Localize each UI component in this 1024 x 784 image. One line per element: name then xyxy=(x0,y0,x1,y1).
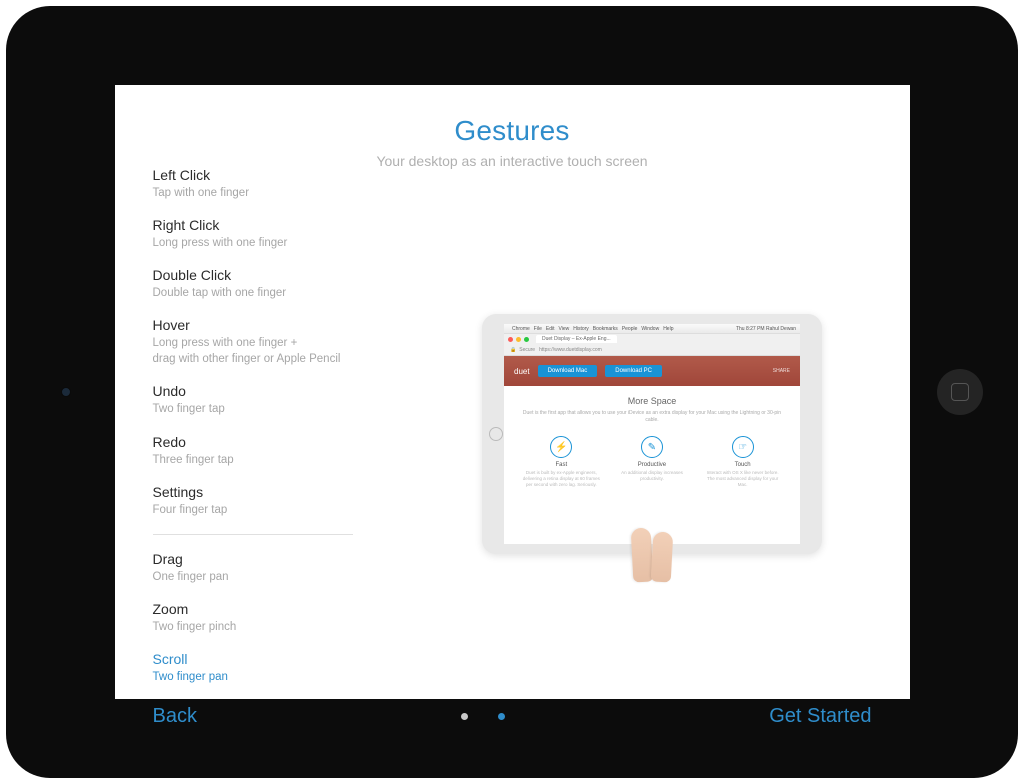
gesture-name: Zoom xyxy=(153,601,413,617)
gesture-list: Left Click Tap with one finger Right Click… xyxy=(153,167,413,701)
menubar-status: Thu 8:27 PM Rahul Dewan xyxy=(736,326,796,332)
gesture-item[interactable]: Double Click Double tap with one finger xyxy=(153,267,413,301)
gesture-desc: Long press with one finger xyxy=(153,235,413,251)
gesture-desc: Two finger pan xyxy=(153,669,413,685)
traffic-light-max-icon xyxy=(524,337,529,342)
features-row: ⚡ Fast Duet is built by ex-Apple engineers… xyxy=(504,430,800,496)
feature-label: Productive xyxy=(612,462,692,468)
gesture-desc: Four finger tap xyxy=(153,502,413,518)
lock-icon: 🔒 xyxy=(510,347,516,353)
menubar-item: Bookmarks xyxy=(593,326,618,332)
browser-chrome: Duet Display – Ex-Apple Eng... 🔒 Secure … xyxy=(504,334,800,356)
gesture-item[interactable]: Left Click Tap with one finger xyxy=(153,167,413,201)
gesture-desc: One finger pan xyxy=(153,569,413,585)
footer: Back Get Started xyxy=(153,705,872,728)
gesture-name: Redo xyxy=(153,434,413,450)
feature-item: ✎ Productive An additional display increas… xyxy=(612,436,692,488)
feature-desc: Interact with OS X like never before. Th… xyxy=(703,470,783,488)
traffic-light-min-icon xyxy=(516,337,521,342)
feature-icon: ✎ xyxy=(641,436,663,458)
pager xyxy=(461,713,505,720)
gesture-name: Left Click xyxy=(153,167,413,183)
url-secure: Secure xyxy=(519,347,535,353)
gesture-item[interactable]: Undo Two finger tap xyxy=(153,383,413,417)
feature-item: ⚡ Fast Duet is built by ex-Apple engineers… xyxy=(521,436,601,488)
menubar-item: People xyxy=(622,326,638,332)
gesture-desc: Three finger tap xyxy=(153,452,413,468)
gesture-item[interactable]: Hover Long press with one finger +drag wi… xyxy=(153,317,413,367)
more-space-sub: Duet is the first app that allows you to… xyxy=(520,410,784,424)
menubar-item: Help xyxy=(663,326,673,332)
feature-item: ☞ Touch Interact with OS X like never befo… xyxy=(703,436,783,488)
pager-dot[interactable] xyxy=(461,713,468,720)
gesture-desc: Long press with one finger +drag with ot… xyxy=(153,335,413,367)
browser-tab: Duet Display – Ex-Apple Eng... xyxy=(536,335,617,343)
get-started-button[interactable]: Get Started xyxy=(769,705,871,728)
feature-desc: An additional display increases producti… xyxy=(612,470,692,482)
more-space-title: More Space xyxy=(520,396,784,406)
traffic-light-close-icon xyxy=(508,337,513,342)
gesture-item[interactable]: Zoom Two finger pinch xyxy=(153,601,413,635)
gesture-name: Hover xyxy=(153,317,413,333)
back-button[interactable]: Back xyxy=(153,705,197,728)
menubar: Chrome File EditView History Bookmarks People… xyxy=(504,324,800,334)
site-hero: duet Download Mac Download PC SHARE xyxy=(504,356,800,386)
home-button-icon xyxy=(951,383,969,401)
gesture-item[interactable]: Right Click Long press with one finger xyxy=(153,217,413,251)
pager-dot[interactable] xyxy=(498,713,505,720)
gesture-item[interactable]: Redo Three finger tap xyxy=(153,434,413,468)
brand-logo: duet xyxy=(514,367,530,376)
gesture-item[interactable]: Drag One finger pan xyxy=(153,551,413,585)
gesture-item[interactable]: Scroll Two finger pan xyxy=(153,651,413,685)
fingers-icon xyxy=(628,522,676,582)
menubar-item: Chrome xyxy=(512,326,530,332)
menubar-item: Window xyxy=(641,326,659,332)
illustration-area: Chrome File EditView History Bookmarks People… xyxy=(413,167,872,701)
menubar-item: File xyxy=(534,326,542,332)
feature-desc: Duet is built by ex-Apple engineers, del… xyxy=(521,470,601,488)
gesture-name: Settings xyxy=(153,484,413,500)
ipad-frame: Gestures Your desktop as an interactive … xyxy=(6,6,1018,778)
download-pc-button: Download PC xyxy=(605,365,662,377)
menubar-item: View xyxy=(558,326,569,332)
page-title: Gestures xyxy=(153,115,872,147)
feature-label: Touch xyxy=(703,462,783,468)
camera-icon xyxy=(61,387,71,397)
gesture-item[interactable]: Settings Four finger tap xyxy=(153,484,413,518)
menubar-item: History xyxy=(573,326,589,332)
gesture-desc: Double tap with one finger xyxy=(153,285,413,301)
feature-label: Fast xyxy=(521,462,601,468)
header: Gestures Your desktop as an interactive … xyxy=(153,115,872,169)
feature-icon: ⚡ xyxy=(550,436,572,458)
illustration-home-icon xyxy=(489,427,503,441)
gesture-desc: Two finger pinch xyxy=(153,619,413,635)
app-screen: Gestures Your desktop as an interactive … xyxy=(115,85,910,699)
gesture-name: Drag xyxy=(153,551,413,567)
gesture-name: Scroll xyxy=(153,651,413,667)
more-space-section: More Space Duet is the first app that al… xyxy=(504,386,800,430)
gesture-desc: Tap with one finger xyxy=(153,185,413,201)
feature-icon: ☞ xyxy=(732,436,754,458)
gesture-desc: Two finger tap xyxy=(153,401,413,417)
gesture-name: Right Click xyxy=(153,217,413,233)
download-mac-button: Download Mac xyxy=(538,365,598,377)
gesture-name: Double Click xyxy=(153,267,413,283)
share-label: SHARE xyxy=(773,368,790,374)
gesture-name: Undo xyxy=(153,383,413,399)
url-text: https://www.duetdisplay.com xyxy=(539,347,602,353)
content: Left Click Tap with one finger Right Click… xyxy=(153,167,872,701)
illustration-screen: Chrome File EditView History Bookmarks People… xyxy=(504,324,800,544)
illustration-ipad: Chrome File EditView History Bookmarks People… xyxy=(482,314,822,554)
home-button[interactable] xyxy=(937,369,983,415)
menubar-item: Edit xyxy=(546,326,555,332)
